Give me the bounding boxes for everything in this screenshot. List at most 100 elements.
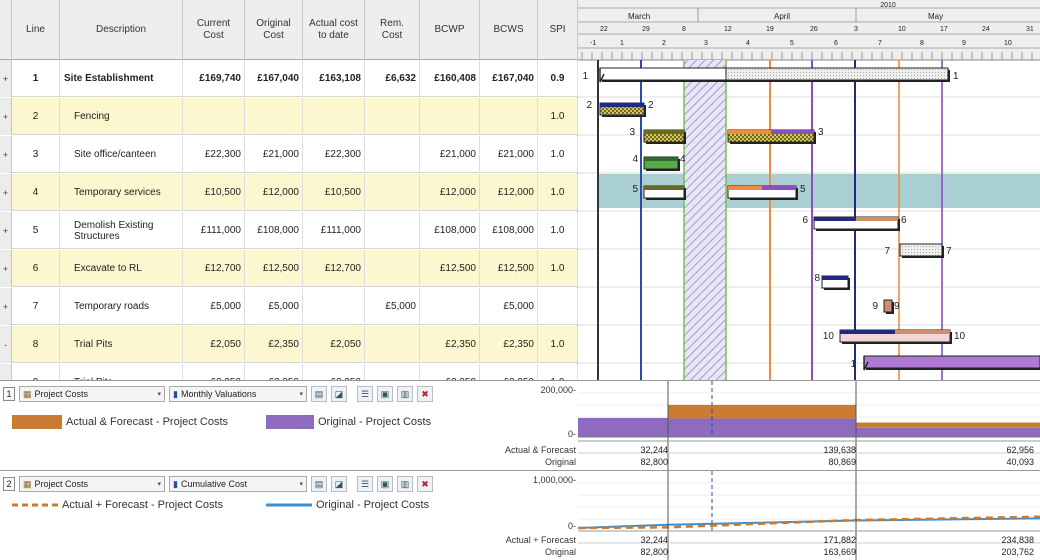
cell-line[interactable]: 1 [12,60,60,97]
task-row[interactable]: +2 Fencing 1.0 [0,98,578,135]
expand-toggle[interactable]: + [0,288,12,325]
cell-bcwp[interactable] [420,288,480,325]
task-row[interactable]: +7 Temporary roads £5,000 £5,000 £5,000 £5,00… [0,288,578,325]
cell-original-cost[interactable] [245,98,303,135]
column-header-rem-cost[interactable]: Rem. Cost [365,0,420,60]
cell-bcwp[interactable]: £12,500 [420,250,480,287]
cell-original-cost[interactable]: £2,350 [245,326,303,363]
cell-description[interactable]: Trial Pits [60,326,183,363]
cell-current-cost[interactable]: £111,000 [183,212,245,249]
cell-bcwp[interactable]: £108,000 [420,212,480,249]
cell-spi[interactable]: 1.0 [538,212,578,249]
chart-type-button[interactable]: ▥ [397,476,413,492]
cell-bcws[interactable]: £12,500 [480,250,538,287]
cell-rem-cost[interactable] [365,326,420,363]
cell-line[interactable]: 7 [12,288,60,325]
collapse-toggle[interactable]: - [0,326,12,363]
task-row[interactable]: +1 Site Establishment £169,740 £167,040 £163… [0,60,578,97]
cell-spi[interactable]: 0.9 [538,60,578,97]
column-header-bcws[interactable]: BCWS [480,0,538,60]
column-header-description[interactable]: Description [60,0,183,60]
remove-chart-button[interactable]: ✖ [417,386,433,402]
cell-bcwp[interactable]: £2,350 [420,326,480,363]
task-row[interactable]: +3 Site office/canteen £22,300 £21,000 £22,3… [0,136,578,173]
task-row[interactable]: +6 Excavate to RL £12,700 £12,500 £12,700 £12… [0,250,578,287]
cell-original-cost[interactable]: £12,500 [245,250,303,287]
cell-actual-cost[interactable] [303,98,365,135]
task-row[interactable]: -8 Trial Pits £2,050 £2,350 £2,050 £2,350 £2,3… [0,326,578,363]
cell-bcwp[interactable]: £21,000 [420,136,480,173]
chart-style-button[interactable]: ◪ [331,386,347,402]
cell-rem-cost[interactable]: £6,632 [365,60,420,97]
panel-2-view-select[interactable]: ▦ Project Costs ▾ [19,476,165,492]
cell-description[interactable]: Excavate to RL [60,250,183,287]
cell-actual-cost[interactable] [303,288,365,325]
chart-style-button[interactable]: ◪ [331,476,347,492]
cell-bcws[interactable]: £108,000 [480,212,538,249]
cell-rem-cost[interactable] [365,212,420,249]
cell-bcwp[interactable]: £12,000 [420,174,480,211]
cell-current-cost[interactable]: £22,300 [183,136,245,173]
split-view-button[interactable]: ☰ [357,386,373,402]
chart-settings-button[interactable]: ▤ [311,476,327,492]
cell-current-cost[interactable]: £12,700 [183,250,245,287]
cell-original-cost[interactable]: £21,000 [245,136,303,173]
task-row[interactable]: +4 Temporary services £10,500 £12,000 £10,50… [0,174,578,211]
cell-actual-cost[interactable]: £163,108 [303,60,365,97]
cell-line[interactable]: 3 [12,136,60,173]
column-header-original-cost[interactable]: Original Cost [245,0,303,60]
cell-original-cost[interactable]: £5,000 [245,288,303,325]
cell-current-cost[interactable] [183,98,245,135]
cell-bcws[interactable] [480,98,538,135]
expand-toggle[interactable]: + [0,212,12,249]
cell-bcws[interactable]: £21,000 [480,136,538,173]
cell-description[interactable]: Fencing [60,98,183,135]
cell-line[interactable]: 6 [12,250,60,287]
cell-actual-cost[interactable]: £111,000 [303,212,365,249]
expand-toggle[interactable]: + [0,60,12,97]
expand-toggle[interactable]: + [0,174,12,211]
column-header-line[interactable]: Line [12,0,60,60]
expand-toggle[interactable]: + [0,136,12,173]
cell-line[interactable]: 5 [12,212,60,249]
cell-rem-cost[interactable] [365,174,420,211]
cell-line[interactable]: 2 [12,98,60,135]
cell-actual-cost[interactable]: £10,500 [303,174,365,211]
cell-bcwp[interactable]: £160,408 [420,60,480,97]
cell-description[interactable]: Site Establishment [60,60,183,97]
cell-bcws[interactable]: £2,350 [480,326,538,363]
cell-spi[interactable]: 1.0 [538,98,578,135]
cell-rem-cost[interactable]: £5,000 [365,288,420,325]
cell-description[interactable]: Demolish Existing Structures [60,212,183,249]
cell-rem-cost[interactable] [365,250,420,287]
cell-spi[interactable]: 1.0 [538,174,578,211]
chart-settings-button[interactable]: ▤ [311,386,327,402]
cell-current-cost[interactable]: £2,050 [183,326,245,363]
cell-original-cost[interactable]: £167,040 [245,60,303,97]
column-header-bcwp[interactable]: BCWP [420,0,480,60]
cell-current-cost[interactable]: £10,500 [183,174,245,211]
panel-2-report-select[interactable]: ▮ Cumulative Cost ▾ [169,476,307,492]
cell-actual-cost[interactable]: £2,050 [303,326,365,363]
gantt-canvas[interactable]: 2010March April May22 29 8 12 19 26 3 10 17 24 31-1 1… [578,0,1040,380]
cell-rem-cost[interactable] [365,136,420,173]
expand-toggle[interactable]: + [0,98,12,135]
cell-bcwp[interactable] [420,98,480,135]
cell-original-cost[interactable]: £12,000 [245,174,303,211]
cell-spi[interactable] [538,288,578,325]
chart-window-button[interactable]: ▣ [377,476,393,492]
cell-actual-cost[interactable]: £22,300 [303,136,365,173]
chart-window-button[interactable]: ▣ [377,386,393,402]
cell-current-cost[interactable]: £5,000 [183,288,245,325]
cell-spi[interactable]: 1.0 [538,250,578,287]
cell-line[interactable]: 4 [12,174,60,211]
panel-1-view-select[interactable]: ▦ Project Costs ▾ [19,386,165,402]
cell-bcws[interactable]: £167,040 [480,60,538,97]
cell-actual-cost[interactable]: £12,700 [303,250,365,287]
cell-line[interactable]: 8 [12,326,60,363]
cell-bcws[interactable]: £12,000 [480,174,538,211]
column-header-spi[interactable]: SPI [538,0,578,60]
cell-original-cost[interactable]: £108,000 [245,212,303,249]
chart-type-button[interactable]: ▥ [397,386,413,402]
cell-rem-cost[interactable] [365,98,420,135]
